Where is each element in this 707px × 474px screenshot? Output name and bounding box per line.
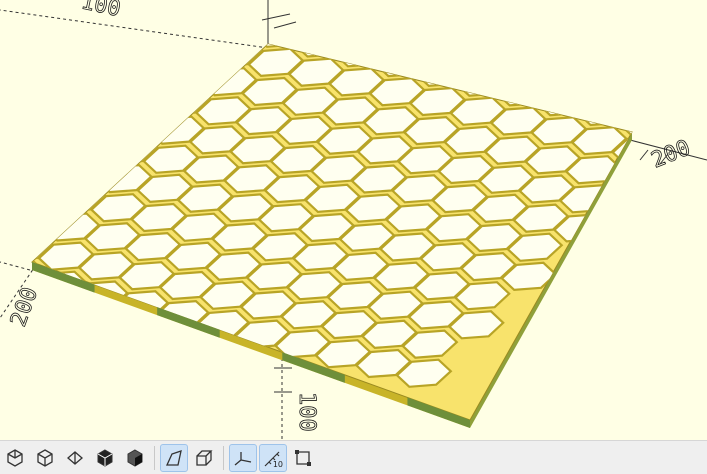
view-left-button[interactable] — [91, 444, 119, 472]
hex-cell — [253, 44, 311, 48]
axis-label-x: 100 — [79, 0, 123, 22]
toolbar-separator — [223, 445, 224, 470]
view-bottom-button[interactable] — [61, 444, 89, 472]
scale-marker-label: 10 — [272, 459, 283, 469]
orthogonal-button[interactable] — [190, 444, 218, 472]
view-right-icon — [127, 448, 143, 467]
view-bottom-icon — [67, 450, 83, 465]
view-toolbar: 10 — [0, 440, 707, 474]
axis-label-x-negative: 200 — [6, 284, 43, 330]
show-edges-button[interactable] — [289, 444, 317, 472]
perspective-button[interactable] — [160, 443, 188, 472]
view-left-icon — [97, 448, 113, 467]
show-scale-markers-button[interactable]: 10 — [259, 443, 287, 472]
perspective-icon — [165, 449, 182, 466]
view-right-button[interactable] — [121, 444, 149, 472]
toolbar-separator — [154, 445, 155, 470]
view-diagonal-button[interactable] — [1, 444, 29, 472]
show-axes-icon — [234, 451, 252, 465]
view-diagonal-icon — [7, 448, 23, 467]
show-edges-icon — [295, 449, 311, 466]
viewport-canvas: 100 200 200 100 — [0, 0, 707, 440]
orthogonal-icon — [196, 449, 213, 466]
3d-viewport[interactable]: 100 200 200 100 — [0, 0, 707, 440]
view-top-icon — [37, 448, 53, 467]
axis-label-y: 200 — [648, 135, 694, 173]
view-top-button[interactable] — [31, 444, 59, 472]
axis-label-z: 100 — [294, 392, 319, 432]
honeycomb-model — [31, 43, 633, 428]
show-axes-button[interactable] — [229, 443, 257, 472]
